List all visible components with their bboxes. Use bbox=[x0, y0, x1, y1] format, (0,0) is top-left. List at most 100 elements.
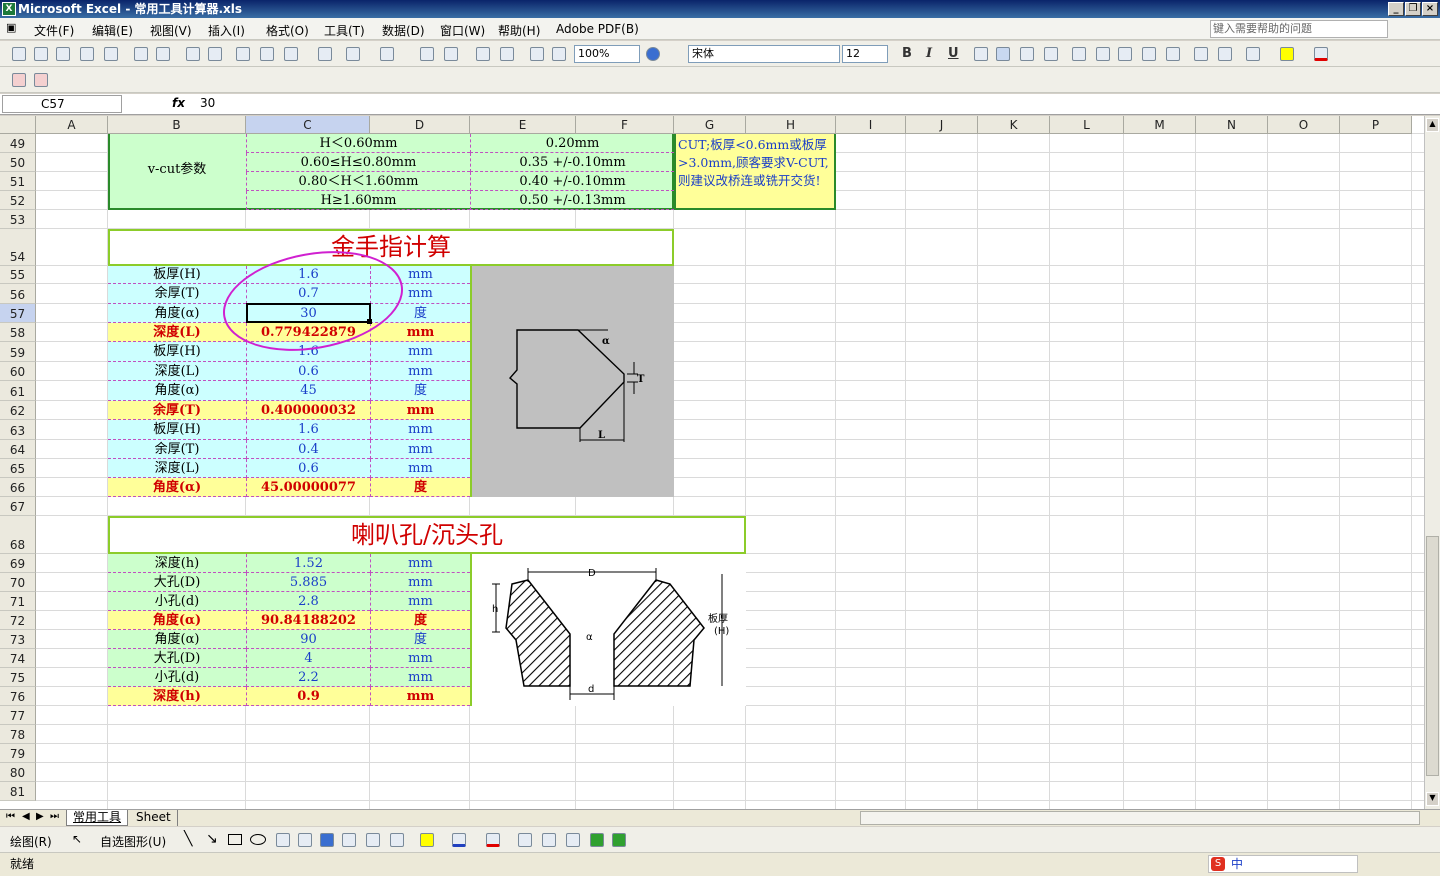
row-header[interactable]: 63 bbox=[0, 420, 36, 440]
column-header[interactable]: N bbox=[1196, 116, 1268, 134]
merge-center-icon[interactable] bbox=[1044, 47, 1058, 61]
formula-input[interactable]: 30 bbox=[200, 96, 215, 110]
clipart-icon[interactable] bbox=[366, 833, 380, 847]
row-header[interactable]: 71 bbox=[0, 592, 36, 611]
hyperlink-icon[interactable] bbox=[420, 47, 434, 61]
menu-window[interactable]: 窗口(W) bbox=[440, 22, 485, 39]
restore-button[interactable]: ❐ bbox=[1405, 2, 1421, 16]
row-header[interactable]: 49 bbox=[0, 134, 36, 153]
row-header[interactable]: 57 bbox=[0, 304, 36, 323]
column-header[interactable]: C bbox=[246, 116, 370, 134]
ime-bar[interactable]: S 中 bbox=[1208, 855, 1358, 873]
increase-indent-icon[interactable] bbox=[1218, 47, 1232, 61]
row-header[interactable]: 62 bbox=[0, 401, 36, 420]
arrow-icon[interactable]: ↘ bbox=[206, 831, 218, 847]
close-button[interactable]: × bbox=[1422, 2, 1438, 16]
menu-edit[interactable]: 编辑(E) bbox=[92, 22, 133, 39]
row-header[interactable]: 60 bbox=[0, 362, 36, 381]
textbox-icon[interactable] bbox=[276, 833, 290, 847]
shadow-icon[interactable] bbox=[590, 833, 604, 847]
sheet-tab-other[interactable]: Sheet bbox=[130, 810, 178, 826]
horn-value-cell[interactable]: 90 bbox=[246, 630, 370, 649]
row-header[interactable]: 67 bbox=[0, 497, 36, 516]
column-header[interactable]: O bbox=[1268, 116, 1340, 134]
permission-icon[interactable] bbox=[80, 47, 94, 61]
cut-icon[interactable] bbox=[236, 47, 250, 61]
gold-value-cell[interactable]: 0.4 bbox=[246, 440, 370, 459]
row-header[interactable]: 65 bbox=[0, 459, 36, 478]
scroll-down-icon[interactable]: ▼ bbox=[1426, 792, 1439, 806]
row-header[interactable]: 80 bbox=[0, 763, 36, 782]
help-icon[interactable] bbox=[646, 47, 660, 61]
row-header[interactable]: 53 bbox=[0, 210, 36, 229]
rectangle-icon[interactable] bbox=[228, 834, 242, 845]
sort-asc-icon[interactable] bbox=[476, 47, 490, 61]
row-header[interactable]: 55 bbox=[0, 266, 36, 284]
sort-desc-icon[interactable] bbox=[500, 47, 514, 61]
row-header[interactable]: 76 bbox=[0, 687, 36, 706]
tab-next-icon[interactable]: ▶ bbox=[36, 811, 44, 822]
row-header[interactable]: 75 bbox=[0, 668, 36, 687]
row-header[interactable]: 54 bbox=[0, 229, 36, 266]
format-painter-icon[interactable] bbox=[318, 47, 332, 61]
column-header[interactable]: I bbox=[836, 116, 906, 134]
comma-icon[interactable] bbox=[1118, 47, 1132, 61]
menu-file[interactable]: 文件(F) bbox=[34, 22, 74, 39]
column-header[interactable]: B bbox=[108, 116, 246, 134]
font-select[interactable]: 宋体 bbox=[688, 45, 840, 63]
row-header[interactable]: 72 bbox=[0, 611, 36, 630]
fill-color-icon[interactable] bbox=[1280, 47, 1294, 61]
row-header[interactable]: 81 bbox=[0, 782, 36, 801]
save-icon[interactable] bbox=[56, 47, 70, 61]
line-icon[interactable]: ╲ bbox=[184, 831, 192, 847]
increase-decimal-icon[interactable] bbox=[1142, 47, 1156, 61]
dash-style-icon[interactable] bbox=[542, 833, 556, 847]
worksheet-grid[interactable]: A B C D E F G H I J K L M N O P 49 50 51 52 53 54 55 56 57 58 59 60… bbox=[0, 116, 1424, 809]
horn-value-cell[interactable]: 5.885 bbox=[246, 573, 370, 592]
select-all-corner[interactable] bbox=[0, 116, 36, 134]
column-header[interactable]: L bbox=[1050, 116, 1124, 134]
column-header[interactable]: K bbox=[978, 116, 1050, 134]
column-header[interactable]: A bbox=[36, 116, 108, 134]
gold-value-cell[interactable]: 0.6 bbox=[246, 362, 370, 381]
pdf-email-icon[interactable] bbox=[34, 73, 48, 87]
gold-value-cell[interactable]: 1.6 bbox=[246, 420, 370, 440]
scroll-thumb[interactable] bbox=[1426, 536, 1439, 776]
tab-first-icon[interactable]: ⏮ bbox=[6, 811, 15, 822]
line-color-icon[interactable] bbox=[452, 833, 466, 847]
undo-icon[interactable] bbox=[346, 47, 360, 61]
row-header[interactable]: 79 bbox=[0, 744, 36, 763]
column-header[interactable]: J bbox=[906, 116, 978, 134]
pdf-convert-icon[interactable] bbox=[12, 73, 26, 87]
chart-wizard-icon[interactable] bbox=[530, 47, 544, 61]
wordart-icon[interactable] bbox=[320, 833, 334, 847]
autosum-icon[interactable] bbox=[444, 47, 458, 61]
align-left-icon[interactable] bbox=[974, 47, 988, 61]
row-header[interactable]: 51 bbox=[0, 172, 36, 191]
horn-value-cell[interactable]: 2.2 bbox=[246, 668, 370, 687]
row-header[interactable]: 66 bbox=[0, 478, 36, 497]
scroll-up-icon[interactable]: ▲ bbox=[1426, 118, 1439, 132]
help-search-input[interactable]: 键入需要帮助的问题 bbox=[1210, 20, 1388, 38]
vertical-textbox-icon[interactable] bbox=[298, 833, 312, 847]
row-header[interactable]: 59 bbox=[0, 342, 36, 362]
underline-button[interactable]: U bbox=[948, 46, 959, 61]
column-header[interactable]: P bbox=[1340, 116, 1412, 134]
column-header[interactable]: F bbox=[576, 116, 674, 134]
font-size-select[interactable]: 12 bbox=[842, 45, 888, 63]
horn-value-cell[interactable]: 4 bbox=[246, 649, 370, 668]
print-icon[interactable] bbox=[134, 47, 148, 61]
minimize-button[interactable]: _ bbox=[1388, 2, 1404, 16]
menu-insert[interactable]: 插入(I) bbox=[208, 22, 245, 39]
row-header[interactable]: 61 bbox=[0, 381, 36, 401]
draw-font-color-icon[interactable] bbox=[486, 833, 500, 847]
menu-view[interactable]: 视图(V) bbox=[150, 22, 192, 39]
tab-last-icon[interactable]: ⏭ bbox=[50, 811, 59, 822]
spelling-icon[interactable] bbox=[186, 47, 200, 61]
picture-icon[interactable] bbox=[390, 833, 404, 847]
new-icon[interactable] bbox=[12, 47, 26, 61]
column-header[interactable]: G bbox=[674, 116, 746, 134]
menu-data[interactable]: 数据(D) bbox=[382, 22, 425, 39]
align-right-icon[interactable] bbox=[1020, 47, 1034, 61]
column-header[interactable]: H bbox=[746, 116, 836, 134]
